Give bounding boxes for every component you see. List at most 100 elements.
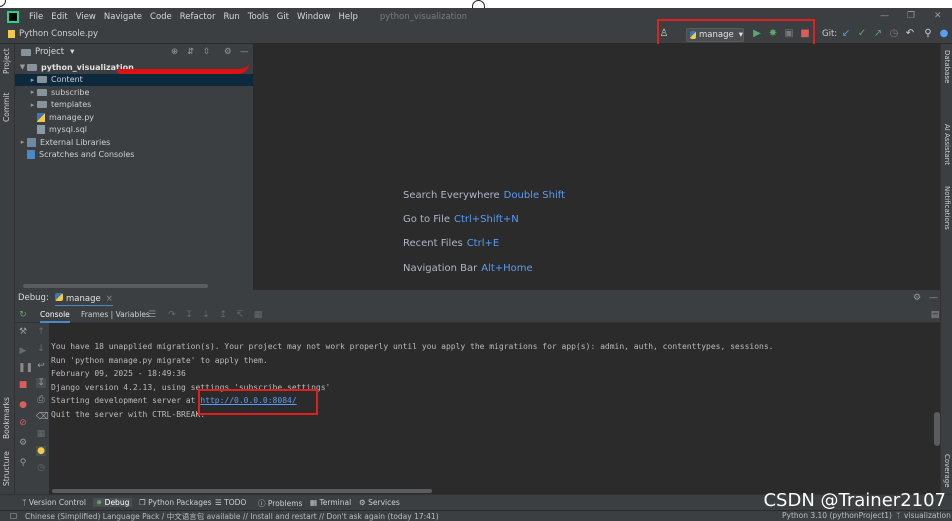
project-scrollbar[interactable] <box>23 284 208 288</box>
print-icon[interactable]: ⎙ <box>36 395 46 405</box>
gear-icon[interactable]: ⚙ <box>224 47 232 57</box>
chevron-down-icon[interactable]: ▼ <box>18 63 27 71</box>
list-icon[interactable]: ☰ <box>147 310 157 320</box>
menu-window[interactable]: Window <box>297 12 331 22</box>
console-scrollbar[interactable] <box>934 412 940 446</box>
up-arrow-icon[interactable]: ↑ <box>36 327 46 337</box>
pin-icon[interactable]: ⚲ <box>18 458 28 468</box>
menu-edit[interactable]: Edit <box>51 12 67 22</box>
git-branch-selector[interactable]: visualization <box>904 511 951 520</box>
view-breakpoints-icon[interactable]: ● <box>18 400 28 410</box>
step-into-icon[interactable]: ↧ <box>184 310 194 320</box>
gear-icon[interactable]: ⚙ <box>18 438 28 448</box>
step-out-icon[interactable]: ↥ <box>218 310 228 320</box>
menu-help[interactable]: Help <box>339 12 358 22</box>
locate-icon[interactable]: ⊕ <box>171 47 178 57</box>
search-icon[interactable]: ⚲ <box>922 28 934 40</box>
expand-all-icon[interactable]: ⇵ <box>187 47 194 57</box>
resume-icon[interactable]: ▶ <box>18 346 28 356</box>
annotation-box-url <box>198 389 318 415</box>
breadcrumb[interactable]: Python Console.py <box>8 29 98 39</box>
console-icon[interactable]: ▦ <box>36 429 46 439</box>
rerun-icon[interactable]: ↻ <box>18 310 28 320</box>
git-push-icon[interactable]: ↗ <box>872 28 884 40</box>
chevron-right-icon[interactable]: ▸ <box>28 88 37 96</box>
tree-item-mysql-sql[interactable]: mysql.sql <box>15 124 253 137</box>
step-over-icon[interactable]: ↷ <box>167 310 177 320</box>
menu-code[interactable]: Code <box>150 12 172 22</box>
tool-label: Problems <box>267 499 303 508</box>
scroll-to-end-icon[interactable]: ↧ <box>36 378 46 388</box>
run-to-cursor-icon[interactable]: ↸ <box>235 310 245 320</box>
chevron-right-icon[interactable]: ▸ <box>28 101 37 109</box>
chevron-down-icon[interactable]: ▾ <box>70 47 74 57</box>
soft-wrap-icon[interactable]: ↩ <box>36 361 46 371</box>
collapse-all-icon[interactable]: ⇳ <box>203 47 210 57</box>
tree-item-manage-py[interactable]: manage.py <box>15 111 253 124</box>
menu-run[interactable]: Run <box>223 12 239 22</box>
notification-icon[interactable]: □ <box>10 511 17 520</box>
coverage-tool-label[interactable]: Coverage <box>943 454 951 488</box>
tool-todo[interactable]: ☰ TODO <box>215 498 246 507</box>
tree-item-content[interactable]: ▸ Content <box>15 73 253 86</box>
layout-icon[interactable]: ▤ <box>930 310 940 320</box>
wrench-icon[interactable]: ⚒ <box>18 327 28 337</box>
menu-git[interactable]: Git <box>277 12 289 22</box>
tool-debug[interactable]: ✸ Debug <box>93 498 133 507</box>
mute-breakpoints-icon[interactable]: ⊘ <box>18 418 28 428</box>
git-history-icon[interactable]: ◷ <box>888 28 900 40</box>
menu-view[interactable]: View <box>76 12 96 22</box>
ai-assistant-tool-label[interactable]: AI Assistant <box>943 124 951 165</box>
restore-button[interactable]: ❐ <box>907 11 915 21</box>
tab-console[interactable]: Console <box>40 310 70 323</box>
close-button[interactable]: ✕ <box>934 11 942 21</box>
chevron-right-icon[interactable]: ▸ <box>18 138 27 146</box>
stop-icon[interactable]: ■ <box>18 380 28 390</box>
status-message[interactable]: Chinese (Simplified) Language Pack / 中文语… <box>25 511 439 521</box>
settings-icon[interactable]: ● <box>938 28 950 40</box>
menu-refactor[interactable]: Refactor <box>180 12 216 22</box>
git-commit-icon[interactable]: ✓ <box>856 28 868 40</box>
console-line: Starting development server at http://0.… <box>51 394 773 408</box>
evaluate-icon[interactable]: ▦ <box>253 310 263 320</box>
trash-icon[interactable]: ⌫ <box>36 412 49 422</box>
gear-icon[interactable]: ⚙ <box>913 293 921 303</box>
tool-version-control[interactable]: ᛉ Version Control <box>22 498 86 507</box>
tree-item-external-libraries[interactable]: ▸ External Libraries <box>15 136 253 149</box>
tool-services[interactable]: ⚙ Services <box>359 498 400 507</box>
tool-problems[interactable]: ⓘ Problems <box>258 498 302 509</box>
menu-navigate[interactable]: Navigate <box>104 12 142 22</box>
database-tool-label[interactable]: Database <box>943 50 951 83</box>
ide-window: File Edit View Navigate Code Refactor Ru… <box>0 0 952 521</box>
commit-tool-label[interactable]: Commit <box>2 93 11 122</box>
tool-terminal[interactable]: ▦ Terminal <box>310 498 351 507</box>
step-into-my-code-icon[interactable]: ⇣ <box>201 310 211 320</box>
notifications-tool-label[interactable]: Notifications <box>943 186 951 230</box>
rollback-icon[interactable]: ↶ <box>904 28 916 40</box>
git-update-icon[interactable]: ↙ <box>840 28 852 40</box>
tool-python-packages[interactable]: ❒ Python Packages <box>139 498 212 507</box>
interpreter-selector[interactable]: Python 3.10 (pythonProject1) <box>782 511 892 520</box>
tab-frames-variables[interactable]: Frames | Variables <box>81 310 150 319</box>
minimize-button[interactable]: — <box>880 11 889 21</box>
pause-icon[interactable]: ❚❚ <box>18 363 33 373</box>
close-icon[interactable]: × <box>106 294 113 304</box>
tree-item-subscribe[interactable]: ▸ subscribe <box>15 86 253 99</box>
menu-tools[interactable]: Tools <box>248 12 269 22</box>
debug-session-tab[interactable]: manage × <box>55 293 113 307</box>
console-h-scrollbar[interactable] <box>52 489 432 493</box>
project-panel-title[interactable]: Project <box>35 47 64 57</box>
chevron-right-icon[interactable]: ▸ <box>28 76 37 84</box>
folder-icon <box>37 101 47 109</box>
down-arrow-icon[interactable]: ↓ <box>36 344 46 354</box>
tree-item-templates[interactable]: ▸ templates <box>15 99 253 112</box>
bookmarks-tool-label[interactable]: Bookmarks <box>2 397 11 439</box>
history-icon[interactable]: ◷ <box>36 463 46 473</box>
hide-panel-icon[interactable]: — <box>240 47 249 57</box>
python-console-icon[interactable]: ● <box>36 446 46 456</box>
menu-file[interactable]: File <box>29 12 43 22</box>
structure-tool-label[interactable]: Structure <box>2 451 11 486</box>
hide-panel-icon[interactable]: — <box>929 293 938 303</box>
tree-item-scratches[interactable]: Scratches and Consoles <box>15 149 253 162</box>
project-tool-label[interactable]: Project <box>2 48 11 74</box>
